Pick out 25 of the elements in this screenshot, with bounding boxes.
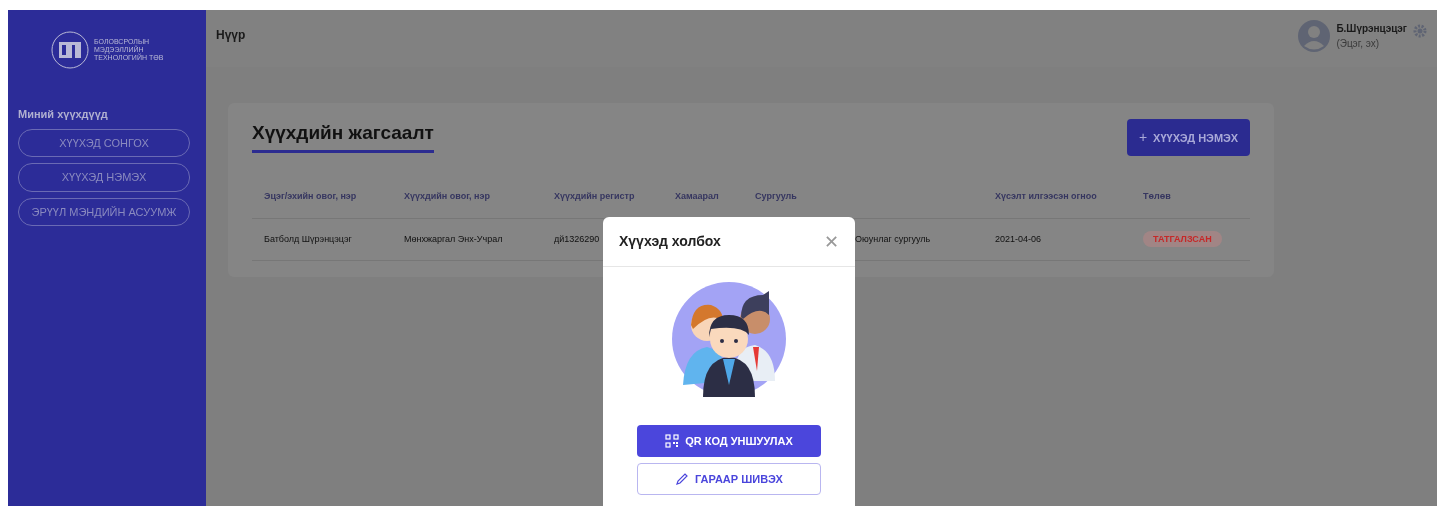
breadcrumb[interactable]: Нүүр xyxy=(216,26,246,44)
user-name: Б.Шүрэнцэцэг xyxy=(1336,22,1407,36)
user-role: (Эцэг, эх) xyxy=(1336,37,1381,51)
manual-entry-button[interactable]: ГАРААР ШИВЭХ xyxy=(637,463,821,495)
qr-code-icon xyxy=(665,434,680,448)
logo-icon xyxy=(50,30,90,70)
column-header: Төлөв xyxy=(1131,176,1250,218)
table-cell-text: Оюунлаг сургууль xyxy=(855,233,931,244)
column-header: Хүүхдийн овог, нэр xyxy=(392,176,542,218)
pencil-icon xyxy=(675,472,690,486)
sidebar-button[interactable]: ХҮҮХЭД НЭМЭХ xyxy=(18,163,190,192)
section-title: Миний хүүхдүүд xyxy=(18,107,109,122)
settings-icon[interactable] xyxy=(1413,24,1427,38)
table-cell-text: дй1326290 xyxy=(554,233,600,244)
table-cell-text: 2021-04-06 xyxy=(995,233,1042,244)
table-cell-text: Батболд Шүрэнцэцэг xyxy=(264,233,352,244)
column-header: Хүсэлт илгээсэн огноо xyxy=(983,176,1131,218)
status-tag: ТАТГАЛЗСАН xyxy=(1143,230,1222,247)
modal-title: Хүүхэд холбох xyxy=(619,232,721,251)
column-header: Эцэг/эхийн овог, нэр xyxy=(252,176,392,218)
avatar-icon[interactable] xyxy=(1298,20,1331,52)
qr-scan-button[interactable]: QR КОД УНШУУЛАХ xyxy=(637,425,821,457)
add-child-button[interactable]: + ХҮҮХЭД НЭМЭХ xyxy=(1126,119,1250,156)
card-title: Хүүхдийн жагсаалт xyxy=(252,119,434,153)
table-cell-text: Мөнхжаргал Энх-Учрал xyxy=(404,233,503,244)
